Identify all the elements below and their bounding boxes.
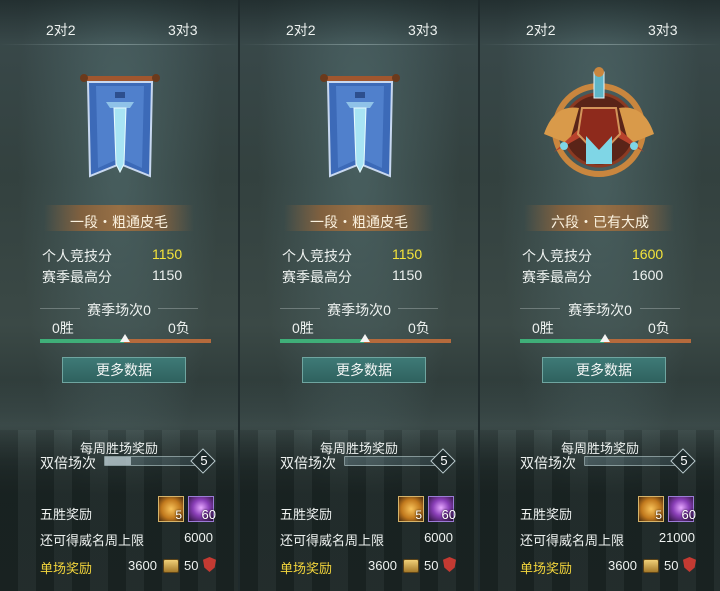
mode-tabs: 2对2 3对3: [240, 0, 478, 44]
arena-panel-2: 2对2 3对3 一段・粗通皮毛 个人竞技分 1150 赛季最高分 1150 赛季…: [240, 0, 478, 591]
mode-tabs: 2对2 3对3: [0, 0, 238, 44]
single-coins: 3600: [128, 558, 157, 573]
personal-score-label: 个人竞技分: [282, 248, 352, 264]
season-high-value: 1150: [392, 267, 423, 283]
gem-reward-icon[interactable]: 60: [428, 496, 456, 522]
single-coins: 3600: [368, 558, 397, 573]
more-data-button[interactable]: 更多数据: [62, 357, 186, 383]
double-count: 5: [440, 453, 448, 468]
single-shield-count: 50: [664, 558, 679, 573]
coin-icon: [163, 559, 179, 573]
double-matches-track: [344, 456, 438, 466]
personal-score-value: 1150: [152, 246, 183, 262]
wins-count: 0胜: [292, 320, 314, 336]
season-matches: 赛季场次0: [327, 302, 391, 318]
personal-score-label: 个人竞技分: [522, 248, 592, 264]
win-loss-marker: [360, 334, 370, 342]
arena-panel-3: 2对2 3对3 六段・已有大成 个人竞技分 1600 赛季最高分 1600 赛季…: [480, 0, 720, 591]
tab-3v3[interactable]: 3对3: [648, 20, 678, 40]
remaining-cap-label: 还可得威名周上限: [40, 533, 145, 548]
ornate-helmet-crest-icon: [544, 67, 654, 177]
personal-score-label: 个人竞技分: [42, 248, 112, 264]
single-shield-count: 50: [424, 558, 439, 573]
single-reward-label: 单场奖励: [280, 561, 333, 576]
coin-icon: [403, 559, 419, 573]
gem-count: 60: [201, 507, 216, 522]
tab-2v2[interactable]: 2对2: [46, 20, 76, 40]
chest-count: 5: [655, 508, 662, 522]
remaining-cap-label: 还可得威名周上限: [520, 533, 625, 548]
gem-reward-icon[interactable]: 60: [668, 496, 696, 522]
banner-sword-icon: [320, 74, 400, 178]
remaining-cap-value: 6000: [424, 530, 453, 545]
double-matches-track: [584, 456, 678, 466]
tab-2v2[interactable]: 2对2: [526, 20, 556, 40]
more-data-button[interactable]: 更多数据: [302, 357, 426, 383]
gem-reward-icon[interactable]: 60: [188, 496, 216, 522]
remaining-cap-value: 6000: [184, 530, 213, 545]
single-reward-label: 单场奖励: [40, 561, 93, 576]
tab-3v3[interactable]: 3对3: [168, 20, 198, 40]
single-coins: 3600: [608, 558, 637, 573]
chest-count: 5: [415, 508, 422, 522]
tab-3v3[interactable]: 3对3: [408, 20, 438, 40]
personal-score-value: 1600: [632, 246, 664, 262]
rank-name: 六段・已有大成: [551, 214, 649, 230]
personal-score-row: 个人竞技分 1600: [522, 246, 663, 266]
chest-count: 5: [175, 508, 182, 522]
season-high-label: 赛季最高分: [522, 269, 592, 285]
season-matches: 赛季场次0: [87, 302, 151, 318]
arena-screen: 2对2 3对3 一段・粗通皮毛 个人竞技分 1150 赛季最高分 1150 赛季…: [0, 0, 720, 591]
five-win-label: 五胜奖励: [280, 507, 333, 522]
personal-score-row: 个人竞技分 1150: [282, 246, 422, 266]
arena-panel-1: 2对2 3对3 一段・粗通皮毛 个人竞技分 1150 赛季最高分 1150 赛季…: [0, 0, 238, 591]
more-data-button[interactable]: 更多数据: [542, 357, 666, 383]
losses-count: 0负: [168, 320, 190, 336]
wins-count: 0胜: [532, 320, 554, 336]
double-matches-label: 双倍场次: [520, 455, 576, 471]
tab-2v2[interactable]: 2对2: [286, 20, 316, 40]
personal-score-value: 1150: [392, 246, 423, 262]
banner-sword-icon: [80, 74, 160, 178]
chest-reward-icon[interactable]: 5: [398, 496, 424, 522]
coin-icon: [643, 559, 659, 573]
losses-count: 0负: [408, 320, 430, 336]
wins-count: 0胜: [52, 320, 74, 336]
mode-tabs: 2对2 3对3: [480, 0, 720, 44]
win-loss-marker: [600, 334, 610, 342]
rank-name: 一段・粗通皮毛: [310, 214, 408, 230]
win-loss-marker: [120, 334, 130, 342]
season-high-value: 1150: [152, 267, 183, 283]
season-high-row: 赛季最高分 1600: [522, 267, 663, 287]
double-matches-track: [104, 456, 198, 466]
double-count: 5: [680, 453, 688, 468]
season-high-value: 1600: [632, 267, 664, 283]
single-shield-count: 50: [184, 558, 199, 573]
season-high-row: 赛季最高分 1150: [42, 267, 182, 287]
gem-count: 60: [441, 507, 456, 522]
single-reward-label: 单场奖励: [520, 561, 573, 576]
personal-score-row: 个人竞技分 1150: [42, 246, 182, 266]
chest-reward-icon[interactable]: 5: [158, 496, 184, 522]
double-matches-label: 双倍场次: [280, 455, 336, 471]
remaining-cap-label: 还可得威名周上限: [280, 533, 385, 548]
rank-name: 一段・粗通皮毛: [70, 214, 168, 230]
season-high-row: 赛季最高分 1150: [282, 267, 422, 287]
five-win-label: 五胜奖励: [40, 507, 93, 522]
losses-count: 0负: [648, 320, 670, 336]
season-matches: 赛季场次0: [568, 302, 632, 318]
double-matches-label: 双倍场次: [40, 455, 96, 471]
chest-reward-icon[interactable]: 5: [638, 496, 664, 522]
gem-count: 60: [681, 507, 696, 522]
remaining-cap-value: 21000: [658, 530, 695, 545]
five-win-label: 五胜奖励: [520, 507, 573, 522]
double-count: 5: [200, 453, 208, 468]
season-high-label: 赛季最高分: [42, 269, 112, 285]
season-high-label: 赛季最高分: [282, 269, 352, 285]
